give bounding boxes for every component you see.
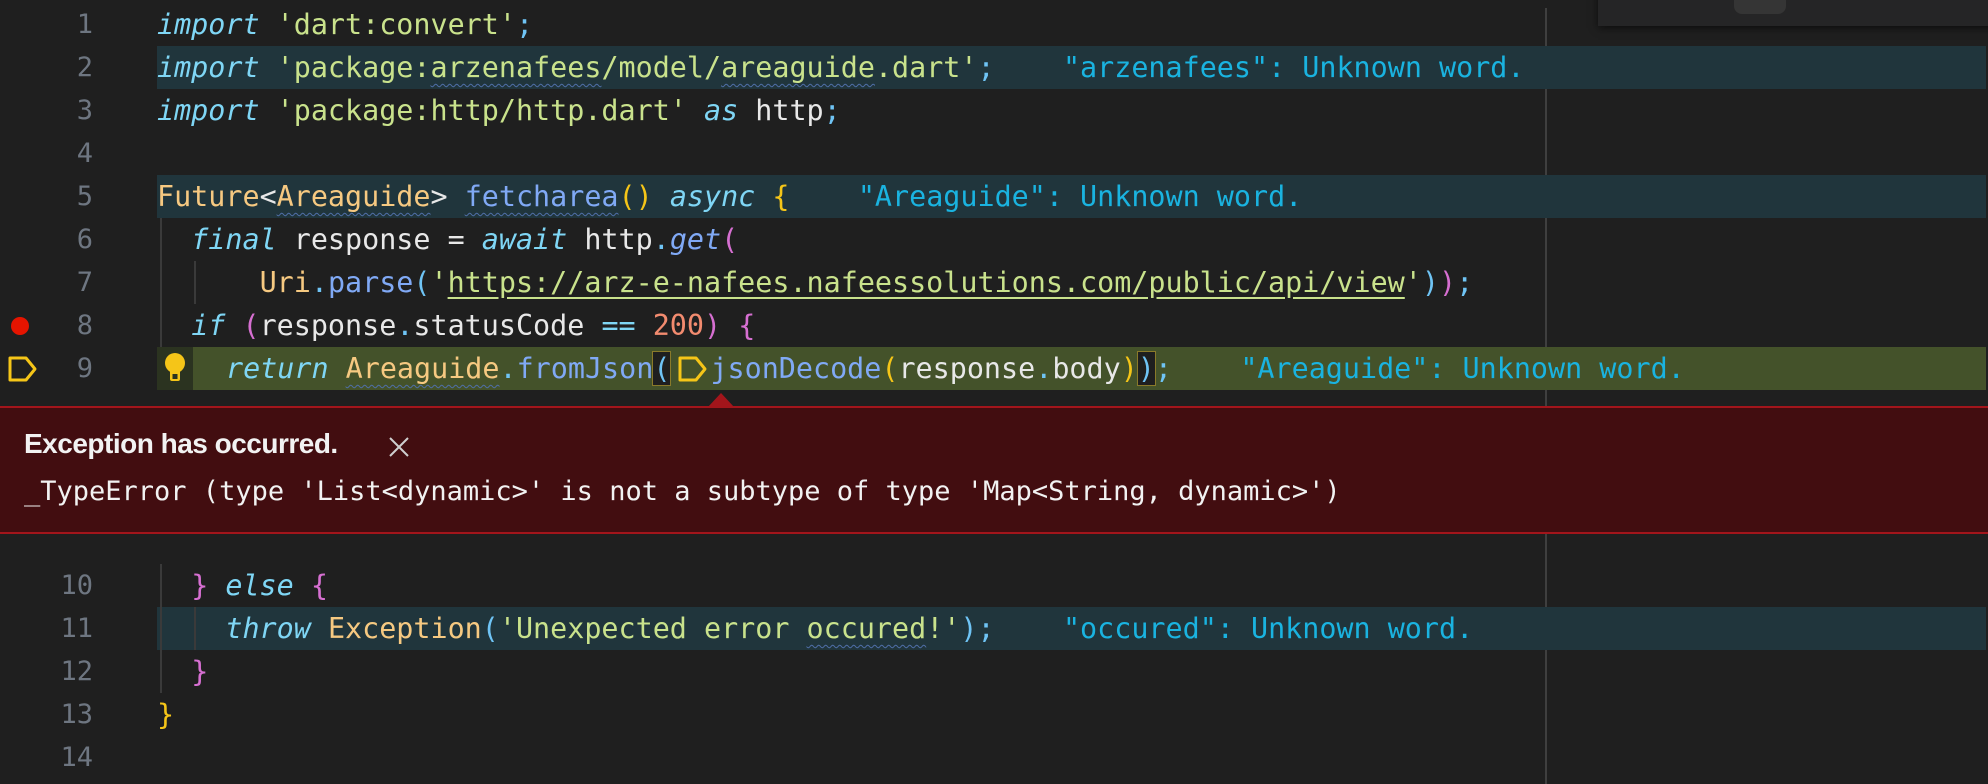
line-number: 2: [76, 52, 93, 83]
line-number: 1: [76, 9, 93, 40]
code-line-14[interactable]: 14: [0, 736, 1988, 779]
exception-pointer: [708, 393, 734, 407]
inline-diagnostic: "Areaguide": Unknown word.: [857, 180, 1303, 213]
code-editor[interactable]: 1 import 'dart:convert'; 2 import 'packa…: [0, 0, 1988, 784]
line-number: 7: [76, 267, 93, 298]
line-number: 12: [60, 656, 93, 687]
inline-diagnostic: "occured": Unknown word.: [1062, 612, 1474, 645]
line-number: 14: [60, 742, 93, 773]
spelling-squiggle: arzenafees: [430, 51, 602, 84]
inline-diagnostic: "arzenafees": Unknown word.: [1062, 51, 1525, 84]
spelling-squiggle: Areaguide: [276, 180, 431, 213]
code-line-8[interactable]: 8 if (response.statusCode == 200) {: [0, 304, 1988, 347]
line-number: 6: [76, 224, 93, 255]
indent-guide: [160, 564, 162, 693]
code-line-7[interactable]: 7 Uri.parse('https://arz-e-nafees.nafees…: [0, 261, 1988, 304]
spelling-squiggle: fetcharea: [464, 180, 619, 213]
line-number: 5: [76, 181, 93, 212]
line-code[interactable]: import 'dart:convert';: [157, 3, 533, 46]
line-code[interactable]: throw Exception('Unexpected error occure…: [157, 607, 1473, 650]
line-code[interactable]: if (response.statusCode == 200) {: [157, 304, 755, 347]
line-number: 9: [76, 353, 93, 384]
code-line-1[interactable]: 1 import 'dart:convert';: [0, 3, 1988, 46]
line-number: 4: [76, 138, 93, 169]
line-number: 13: [60, 699, 93, 730]
indent-guide: [194, 261, 196, 304]
lightbulb-icon: [165, 353, 185, 381]
code-line-13[interactable]: 13 }: [0, 693, 1988, 736]
spelling-squiggle: occured: [806, 612, 927, 645]
code-line-10[interactable]: 10 } else {: [0, 564, 1988, 607]
line-number: 8: [76, 310, 93, 341]
code-line-3[interactable]: 3 import 'package:http/http.dart' as htt…: [0, 89, 1988, 132]
line-number: 11: [60, 613, 93, 644]
code-line-4[interactable]: 4: [0, 132, 1988, 175]
line-code[interactable]: Uri.parse('https://arz-e-nafees.nafeesso…: [157, 261, 1474, 304]
inline-diagnostic: "Areaguide": Unknown word.: [1240, 352, 1685, 385]
indent-guide: [194, 607, 196, 650]
code-line-2[interactable]: 2 import 'package:arzenafees/model/areag…: [0, 46, 1988, 89]
spelling-squiggle: areaguide: [721, 51, 875, 84]
line-code[interactable]: }: [157, 650, 208, 693]
line-code[interactable]: import 'package:arzenafees/model/areagui…: [157, 46, 1524, 89]
code-line-12[interactable]: 12 }: [0, 650, 1988, 693]
line-code[interactable]: return Areaguide.fromJson(jsonDecode(res…: [226, 347, 1685, 390]
line-code[interactable]: import 'package:http/http.dart' as http;: [157, 89, 841, 132]
line-code[interactable]: final response = await http.get(: [157, 218, 738, 261]
url-link[interactable]: https://arz-e-nafees.nafeessolutions.com…: [448, 266, 1405, 299]
exception-widget: Exception has occurred. _TypeError (type…: [0, 406, 1988, 534]
line-number: 10: [60, 570, 93, 601]
code-line-9[interactable]: 9 return Areaguide.fromJson(jsonDecode(r…: [0, 347, 1988, 390]
line-code[interactable]: }: [157, 693, 174, 736]
lightbulb-button[interactable]: [157, 347, 193, 390]
line-number: 3: [76, 95, 93, 126]
exception-title: Exception has occurred.: [24, 428, 338, 459]
exception-message: _TypeError (type 'List<dynamic>' is not …: [24, 476, 1341, 507]
code-line-5[interactable]: 5 Future<Areaguide> fetcharea() async { …: [0, 175, 1988, 218]
code-line-11[interactable]: 11 throw Exception('Unexpected error occ…: [0, 607, 1988, 650]
line-code[interactable]: } else {: [157, 564, 328, 607]
spelling-squiggle: Areaguide: [345, 352, 500, 385]
line-code[interactable]: Future<Areaguide> fetcharea() async { "A…: [157, 175, 1302, 218]
debug-stack-frame-icon: [678, 356, 707, 382]
close-icon[interactable]: [386, 434, 412, 460]
code-line-6[interactable]: 6 final response = await http.get(: [0, 218, 1988, 261]
